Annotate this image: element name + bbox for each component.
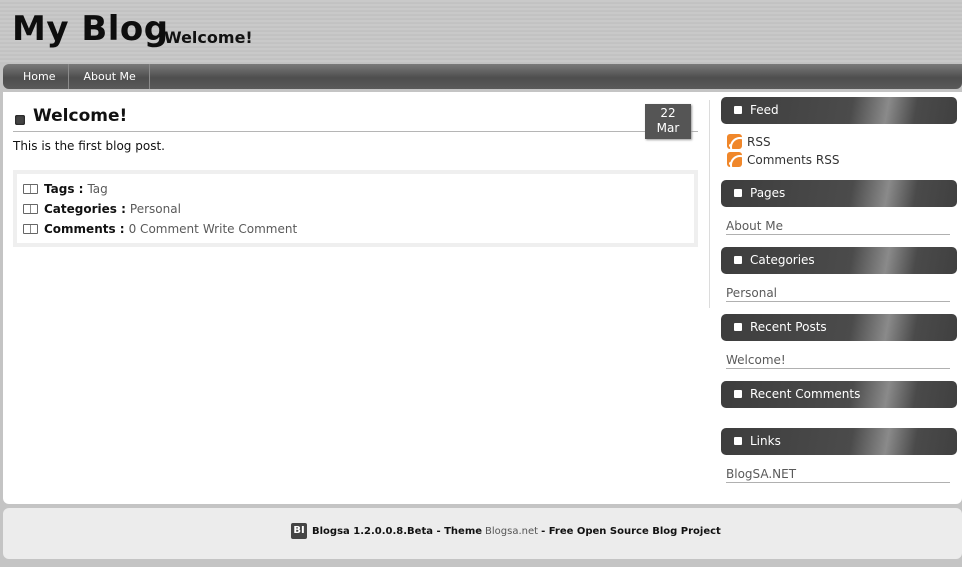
rss-link[interactable]: RSS [727,134,771,149]
column-divider [709,100,710,308]
category-link-personal[interactable]: Personal [726,286,950,302]
widget-header-categories: Categories [721,247,957,274]
comments-rss-label[interactable]: Comments RSS [747,153,839,167]
site-title[interactable]: My Blog [12,9,169,49]
book-icon [23,224,38,234]
category-link[interactable]: Personal [130,202,181,216]
write-comment-link[interactable]: Write Comment [203,222,297,236]
categories-label: Categories : [44,202,126,216]
footer-version: Blogsa 1.2.0.0.8.Beta - Theme [312,525,483,537]
site-footer: BI Blogsa 1.2.0.0.8.Beta - Theme Blogsa.… [3,508,962,559]
blogsa-logo-icon: BI [291,523,307,539]
post-bullet-icon [15,115,25,125]
tags-label: Tags : [44,182,84,196]
widget-title: Recent Comments [750,387,861,401]
nav-item-about-me[interactable]: About Me [69,64,150,89]
site-tagline: Welcome! [164,28,253,47]
content-panel: Welcome! 22 Mar This is the first blog p… [3,92,962,504]
main-nav: Home About Me [3,64,962,89]
post-body: This is the first blog post. [13,139,165,153]
comments-label: Comments : [44,222,125,236]
post-header: Welcome! [13,106,698,132]
post-categories-row: Categories : Personal [23,200,185,218]
book-icon [23,184,38,194]
rss-label[interactable]: RSS [747,135,771,149]
widget-header-feed: Feed [721,97,957,124]
widget-header-recent-comments: Recent Comments [721,381,957,408]
site-header: My Blog Welcome! [0,0,962,64]
widget-bullet-icon [734,106,742,114]
post-date-badge: 22 Mar [645,104,691,139]
recent-post-link[interactable]: Welcome! [726,353,950,369]
post-tags-row: Tags : Tag [23,180,112,198]
page-link-about-me[interactable]: About Me [726,219,950,235]
widget-title: Categories [750,253,815,267]
post-date-month: Mar [656,121,680,135]
comment-count-link[interactable]: 0 Comment [129,222,199,236]
widget-header-recent-posts: Recent Posts [721,314,957,341]
post-meta-box: Tags : Tag Categories : Personal Comment… [13,170,698,247]
widget-bullet-icon [734,437,742,445]
widget-bullet-icon [734,256,742,264]
widget-title: Feed [750,103,779,117]
comments-rss-link[interactable]: Comments RSS [727,152,839,167]
footer-suffix: - Free Open Source Blog Project [541,525,721,537]
post-title[interactable]: Welcome! [33,106,127,126]
widget-bullet-icon [734,390,742,398]
widget-bullet-icon [734,323,742,331]
book-icon [23,204,38,214]
footer-theme-link[interactable]: Blogsa.net [485,526,538,537]
widget-header-links: Links [721,428,957,455]
widget-title: Pages [750,186,786,200]
post-comments-row: Comments : 0 Comment Write Comment [23,220,301,238]
widget-bullet-icon [734,189,742,197]
post-date-day: 22 [660,106,676,120]
nav-item-home[interactable]: Home [3,64,70,89]
rss-icon [727,152,742,167]
widget-title: Links [750,434,781,448]
footer-credits: BI Blogsa 1.2.0.0.8.Beta - Theme Blogsa.… [291,522,721,540]
widget-header-pages: Pages [721,180,957,207]
widget-title: Recent Posts [750,320,827,334]
rss-icon [727,134,742,149]
tag-link[interactable]: Tag [87,182,107,196]
link-blogsa-net[interactable]: BlogSA.NET [726,467,950,483]
